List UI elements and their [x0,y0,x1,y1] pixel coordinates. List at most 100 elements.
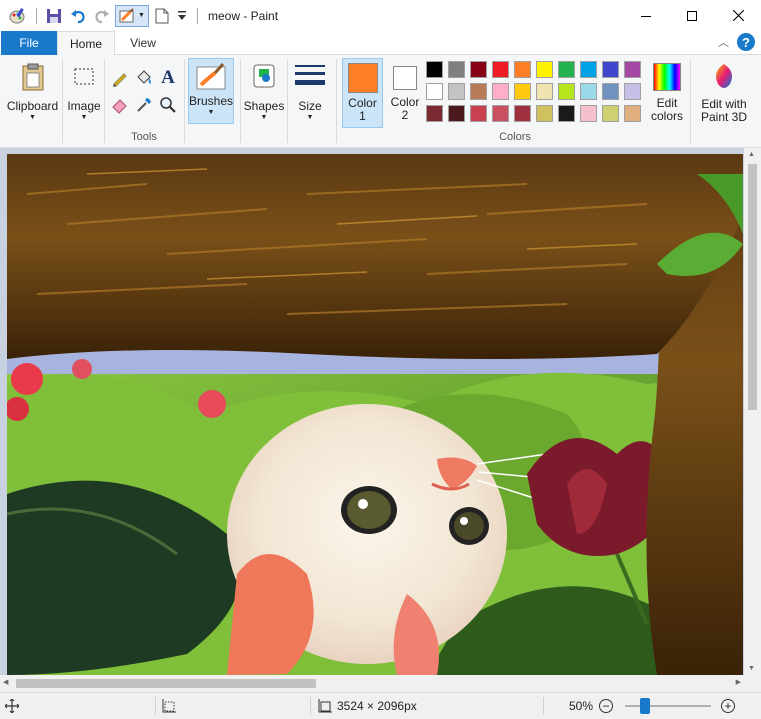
color-picker-icon[interactable] [134,95,154,115]
cursor-position-icon [5,693,19,719]
zoom-in-icon[interactable]: + [721,699,735,713]
ribbon-separator [62,59,63,143]
brush-qat-button[interactable]: ▼ [115,4,149,27]
edit-paint3d-button[interactable]: Edit with Paint 3D [697,58,751,128]
tab-home[interactable]: Home [57,31,115,56]
palette-swatch[interactable] [492,83,509,100]
colors-group-label: Colors [499,131,531,143]
magnifier-icon[interactable] [158,95,178,115]
palette-swatch[interactable] [448,61,465,78]
color1-button[interactable]: Color 1 [342,58,383,128]
zoom-slider-thumb[interactable] [640,698,650,714]
palette-swatch[interactable] [448,105,465,122]
chevron-down-icon: ▼ [138,12,145,19]
palette-swatch[interactable] [492,61,509,78]
palette-swatch[interactable] [492,105,509,122]
color1-swatch [347,63,378,93]
ribbon-tabs: File Home View ︿ ? [0,31,761,56]
undo-icon[interactable] [67,5,89,27]
ribbon: Clipboard ▼ Image ▼ A Tools Brushes ▼ Sh… [0,55,761,148]
shapes-icon [253,64,275,88]
size-button[interactable]: Size ▼ [290,58,330,124]
palette-swatch[interactable] [448,83,465,100]
redo-icon[interactable] [91,5,113,27]
color1-number: 1 [359,109,366,123]
cat-painting-image [7,154,743,675]
collapse-ribbon-icon[interactable]: ︿ [718,34,729,50]
zoom-out-icon[interactable]: − [599,699,613,713]
size-icon [295,65,325,85]
image-dimensions: 3524 × 2096px [337,699,417,713]
drawing-canvas[interactable] [7,154,743,675]
palette-swatch[interactable] [470,83,487,100]
fill-icon[interactable] [134,68,154,88]
qat-separator-2 [197,7,198,24]
minimize-icon[interactable] [623,0,669,31]
palette-swatch[interactable] [602,105,619,122]
maximize-icon[interactable] [669,0,715,31]
clipboard-button[interactable]: Clipboard ▼ [5,58,60,143]
help-icon[interactable]: ? [737,33,755,51]
scroll-up-icon[interactable]: ▲ [748,151,755,158]
palette-swatch[interactable] [536,61,553,78]
edit-paint3d-label-2: Paint 3D [700,110,748,124]
palette-swatch[interactable] [514,105,531,122]
close-icon[interactable] [715,0,761,31]
horizontal-scroll-thumb[interactable] [16,679,316,688]
vertical-scrollbar[interactable]: ▲ ▼ [744,148,761,675]
palette-swatch[interactable] [580,83,597,100]
color2-button[interactable]: Color 2 [386,58,424,128]
scroll-corner [744,675,761,692]
new-file-icon[interactable] [151,5,173,27]
palette-swatch[interactable] [580,61,597,78]
image-button[interactable]: Image ▼ [64,58,104,143]
window-title: meow - Paint [208,8,279,23]
tab-file[interactable]: File [1,31,57,55]
edit-colors-button[interactable]: Edit colors [648,58,686,128]
palette-swatch[interactable] [602,83,619,100]
ribbon-separator [690,59,691,143]
palette-swatch[interactable] [514,83,531,100]
palette-swatch[interactable] [426,61,443,78]
paint-app-icon[interactable] [6,5,28,27]
palette-swatch[interactable] [536,83,553,100]
palette-swatch[interactable] [558,83,575,100]
scroll-down-icon[interactable]: ▼ [748,665,755,672]
palette-swatch[interactable] [426,83,443,100]
palette-swatch[interactable] [602,61,619,78]
palette-swatch[interactable] [514,61,531,78]
vertical-scroll-thumb[interactable] [748,164,757,410]
horizontal-scrollbar[interactable]: ◀ ▶ [0,675,744,692]
quick-access-toolbar: ▼ [0,0,204,31]
palette-swatch[interactable] [558,61,575,78]
palette-swatch[interactable] [536,105,553,122]
scroll-right-icon[interactable]: ▶ [736,678,741,686]
brushes-button[interactable]: Brushes ▼ [188,58,234,124]
qat-separator [36,7,37,24]
palette-swatch[interactable] [470,61,487,78]
palette-swatch[interactable] [426,105,443,122]
text-icon[interactable]: A [158,67,178,88]
save-icon[interactable] [43,5,65,27]
palette-swatch[interactable] [580,105,597,122]
shapes-label: Shapes [243,99,285,113]
tab-view[interactable]: View [118,31,168,55]
chevron-down-icon: ▼ [207,109,215,116]
eraser-icon[interactable] [110,95,130,115]
ribbon-separator [336,59,337,143]
shapes-button[interactable]: Shapes ▼ [243,58,285,124]
palette-swatch[interactable] [624,105,641,122]
ribbon-separator [240,59,241,143]
palette-swatch[interactable] [470,105,487,122]
status-separator [543,697,544,715]
palette-swatch[interactable] [558,105,575,122]
palette-swatch[interactable] [624,61,641,78]
scroll-left-icon[interactable]: ◀ [3,678,8,686]
palette-swatch[interactable] [624,83,641,100]
zoom-slider-track[interactable] [625,705,711,707]
customize-qat-icon[interactable] [175,5,189,27]
pencil-icon[interactable] [110,68,130,88]
image-size-icon [318,693,332,719]
image-label: Image [67,99,101,113]
clipboard-label: Clipboard [6,99,59,113]
